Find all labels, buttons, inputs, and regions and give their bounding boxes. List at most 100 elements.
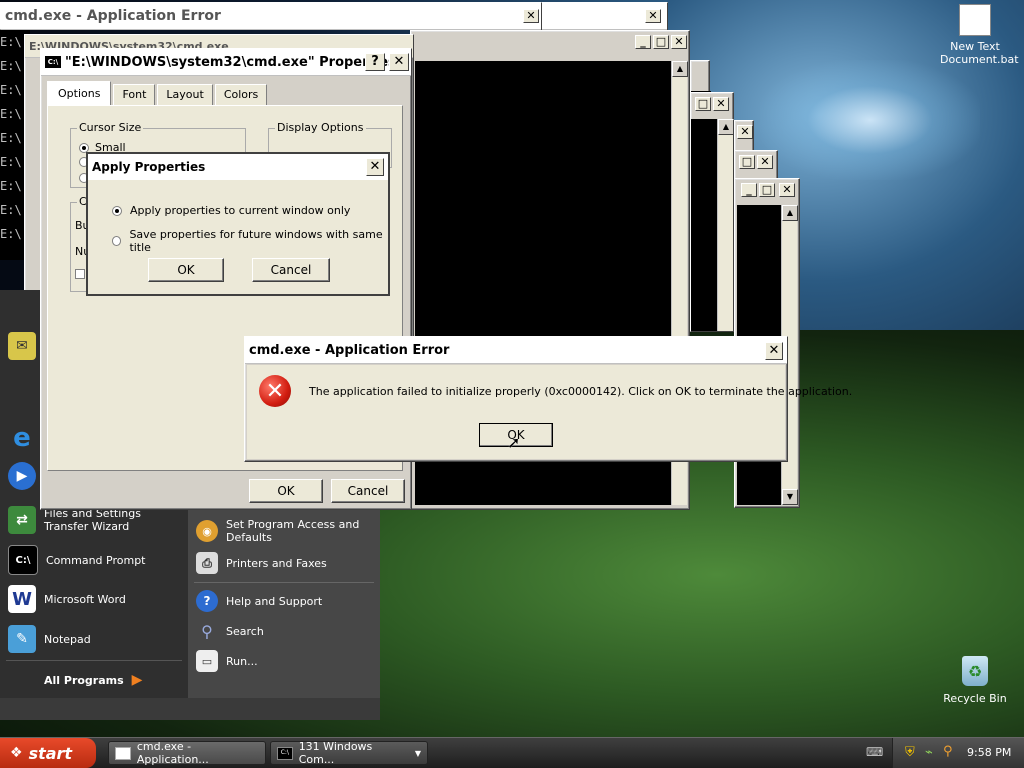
desktop-icon-recycle-bin[interactable]: ♻ Recycle Bin — [940, 656, 1010, 705]
start-item-label: Search — [226, 624, 264, 638]
mouse-cursor-icon: ➚ — [507, 433, 521, 452]
scroll-up-icon[interactable]: ▲ — [782, 205, 798, 221]
error-icon: ✕ — [259, 375, 291, 407]
start-item-label: Printers and Faxes — [226, 556, 327, 570]
apply-body: Apply properties to current window only … — [88, 180, 388, 294]
task-label: cmd.exe - Application... — [136, 740, 209, 766]
start-item-label: Notepad — [44, 632, 91, 646]
close-icon[interactable]: ✕ — [737, 125, 753, 139]
close-icon[interactable]: ✕ — [523, 9, 539, 23]
properties-cancel-button[interactable]: Cancel — [331, 479, 405, 503]
program-access-icon: ◉ — [196, 520, 218, 542]
start-item-transfer-wizard[interactable]: ⇄ Files and Settings Transfer Wizard — [8, 506, 184, 534]
close-icon[interactable]: ✕ — [671, 35, 687, 49]
scroll-up-icon[interactable]: ▲ — [718, 119, 734, 135]
start-item-unknown[interactable]: ✉ — [8, 332, 36, 360]
console-window-bg-3[interactable]: □ ✕ ▲ — [690, 92, 734, 332]
recycle-bin-icon: ♻ — [962, 656, 988, 686]
start-item-word[interactable]: W Microsoft Word — [8, 585, 126, 613]
all-programs-button[interactable]: All Programs ▶ — [44, 672, 142, 688]
start-item-internet[interactable]: e — [8, 423, 36, 453]
close-icon[interactable]: ✕ — [713, 97, 729, 111]
apply-option-save[interactable]: Save properties for future windows with … — [112, 228, 388, 254]
maximize-icon[interactable]: □ — [695, 97, 711, 111]
arrow-right-icon: ▶ — [131, 672, 143, 688]
tab-options[interactable]: Options — [47, 81, 112, 105]
media-player-icon: ▶ — [8, 462, 36, 490]
apply-option-current[interactable]: Apply properties to current window only — [112, 204, 350, 217]
scrollbar[interactable]: ▲ — [717, 119, 734, 331]
app-icon: ✉ — [8, 332, 36, 360]
maximize-icon[interactable]: □ — [653, 35, 669, 49]
properties-title: "E:\WINDOWS\system32\cmd.exe" Properties — [65, 54, 396, 70]
close-button[interactable]: ✕ — [765, 342, 783, 360]
error-message: The application failed to initialize pro… — [309, 385, 853, 398]
keyboard-icon[interactable]: ⌨ — [866, 745, 883, 759]
cmd-icon: C:\ — [45, 56, 61, 68]
apply-ok-button[interactable]: OK — [148, 258, 224, 282]
start-label: start — [28, 743, 73, 763]
start-item-notepad[interactable]: ✎ Notepad — [8, 625, 91, 653]
start-item-label: Set Program Access and Defaults — [226, 518, 360, 544]
network-icon[interactable]: ⌁ — [925, 745, 933, 760]
search-icon[interactable]: ⚲ — [943, 744, 953, 759]
tab-colors[interactable]: Colors — [214, 84, 268, 105]
apply-properties-dialog[interactable]: Apply Properties ✕ Apply properties to c… — [86, 152, 390, 296]
window-title: cmd.exe - Application Error — [1, 3, 541, 30]
checkbox[interactable] — [75, 269, 85, 279]
console-output — [691, 119, 717, 331]
close-button[interactable]: ✕ — [366, 158, 384, 176]
start-item-search[interactable]: ⚲ Search — [196, 620, 264, 642]
start-item-command-prompt[interactable]: C:\ Command Prompt — [8, 545, 146, 575]
security-shield-icon[interactable]: ⛨ — [905, 745, 915, 760]
task-button-cmd-group[interactable]: C:\ 131 Windows Com... ▼ — [270, 740, 428, 766]
transfer-wizard-icon: ⇄ — [8, 506, 36, 534]
notepad-icon: ✎ — [8, 625, 36, 653]
desktop-icon-label: Recycle Bin — [943, 692, 1007, 705]
scroll-up-icon[interactable]: ▲ — [672, 61, 688, 77]
start-item-label: Files and Settings Transfer Wizard — [44, 507, 141, 533]
task-button-error[interactable]: cmd.exe - Application... — [108, 740, 266, 766]
tab-font[interactable]: Font — [113, 84, 156, 105]
window-icon — [115, 746, 131, 760]
clock[interactable]: 9:58 PM — [967, 746, 1011, 759]
apply-title: Apply Properties — [88, 154, 388, 181]
word-icon: W — [8, 585, 36, 613]
close-icon[interactable]: ✕ — [779, 183, 795, 197]
apply-option-label: Save properties for future windows with … — [129, 228, 383, 254]
wallpaper-glow — [760, 60, 980, 180]
tab-layout[interactable]: Layout — [157, 84, 213, 105]
windows-logo-icon: ❖ — [10, 745, 23, 761]
back-error-window-2[interactable]: cmd.exe - Application Error ✕ — [0, 2, 542, 30]
minimize-icon[interactable]: _ — [741, 183, 757, 197]
radio-button[interactable] — [112, 205, 122, 216]
start-item-label: Help and Support — [226, 594, 323, 608]
start-item-program-access[interactable]: ◉ Set Program Access and Defaults — [196, 518, 372, 544]
task-label: 131 Windows Com... — [298, 740, 373, 766]
maximize-icon[interactable]: □ — [739, 155, 755, 169]
all-programs-label: All Programs — [44, 673, 124, 687]
radio-button[interactable] — [79, 142, 89, 153]
start-item-help[interactable]: ? Help and Support — [196, 590, 322, 612]
apply-cancel-button[interactable]: Cancel — [252, 258, 330, 282]
scroll-down-icon[interactable]: ▼ — [782, 489, 798, 505]
start-item-label: Run... — [226, 654, 258, 668]
minimize-icon[interactable]: _ — [635, 35, 651, 49]
start-item-printers[interactable]: ⎙ Printers and Faxes — [196, 552, 327, 574]
start-item-media[interactable]: ▶ — [8, 462, 36, 490]
error-body: ✕ The application failed to initialize p… — [247, 365, 852, 459]
desktop-icon-batch-file[interactable]: ⚙ New Text Document.bat — [940, 4, 1019, 66]
close-icon[interactable]: ✕ — [757, 155, 773, 169]
start-item-run[interactable]: ▭ Run... — [196, 650, 258, 672]
close-button[interactable]: ✕ — [389, 53, 409, 71]
start-item-label: Command Prompt — [46, 553, 146, 567]
start-button[interactable]: ❖ start — [0, 738, 96, 768]
close-icon[interactable]: ✕ — [645, 9, 661, 23]
help-button[interactable]: ? — [365, 53, 385, 71]
application-error-dialog[interactable]: cmd.exe - Application Error ✕ ✕ The appl… — [244, 336, 852, 462]
properties-ok-button[interactable]: OK — [249, 479, 323, 503]
maximize-icon[interactable]: □ — [759, 183, 775, 197]
dropdown-arrow-icon: ▼ — [414, 748, 421, 758]
radio-button[interactable] — [112, 236, 122, 246]
system-tray: ⛨ ⌁ ⚲ 9:58 PM — [892, 738, 1024, 768]
